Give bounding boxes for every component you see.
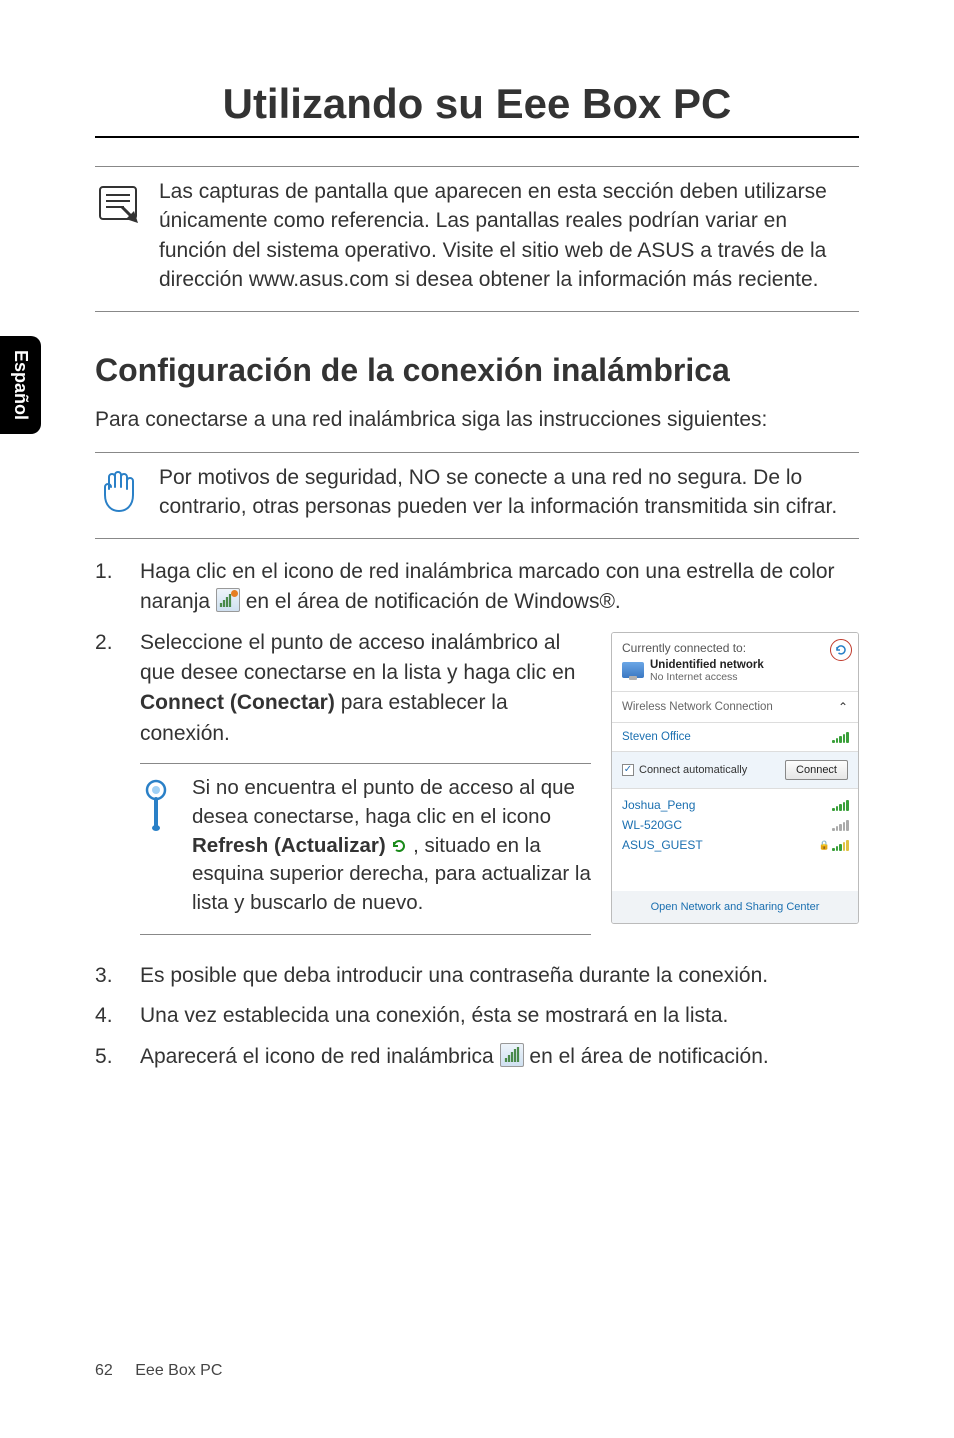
monitor-icon bbox=[622, 662, 644, 678]
fig-network-row[interactable]: WL-520GC bbox=[622, 815, 848, 835]
fig-network-list: Joshua_Peng WL-520GC ASUS_GUEST 🔒 bbox=[612, 789, 858, 891]
step-4: Una vez establecida una conexión, ésta s… bbox=[95, 1001, 859, 1031]
tip-note-text: Si no encuentra el punto de acceso al qu… bbox=[192, 774, 591, 917]
step-3: Es posible que deba introducir una contr… bbox=[95, 961, 859, 991]
step-2-bold: Connect (Conectar) bbox=[140, 691, 335, 714]
refresh-icon bbox=[391, 834, 407, 850]
tip-note-box: Si no encuentra el punto de acceso al qu… bbox=[140, 763, 591, 934]
step-2: Seleccione el punto de acceso inalámbric… bbox=[95, 628, 591, 750]
footer-doc-name: Eee Box PC bbox=[135, 1362, 222, 1379]
fig-auto-connect-row: ✓ Connect automatically Connect bbox=[612, 752, 858, 789]
signal-icon bbox=[832, 819, 848, 831]
fig-header: Currently connected to: Unidentified net… bbox=[612, 633, 858, 692]
wifi-flyout-figure: Currently connected to: Unidentified net… bbox=[611, 632, 859, 924]
section-intro: Para conectarse a una red inalámbrica si… bbox=[95, 405, 859, 434]
magnifier-icon bbox=[140, 774, 174, 834]
fig-selected-network-label: Steven Office bbox=[622, 731, 691, 743]
fig-network-name: WL-520GC bbox=[622, 818, 682, 832]
security-note-text: Por motivos de seguridad, NO se conecte … bbox=[159, 463, 859, 522]
intro-note-text: Las capturas de pantalla que aparecen en… bbox=[159, 177, 859, 295]
signal-icon bbox=[832, 799, 848, 811]
wifi-tray-orange-icon bbox=[216, 588, 240, 612]
step-5-text-b: en el área de notificación. bbox=[529, 1045, 768, 1068]
section-heading: Configuración de la conexión inalámbrica bbox=[95, 352, 859, 389]
fig-auto-checkbox[interactable]: ✓ Connect automatically bbox=[622, 764, 747, 776]
fig-connected-to: Currently connected to: bbox=[622, 641, 848, 655]
fig-selected-network[interactable]: Steven Office bbox=[612, 723, 858, 752]
page-number: 62 bbox=[95, 1362, 113, 1379]
step-5-text-a: Aparecerá el icono de red inalámbrica bbox=[140, 1045, 500, 1068]
fig-unidentified: Unidentified network bbox=[650, 659, 764, 671]
fig-footer-link[interactable]: Open Network and Sharing Center bbox=[612, 891, 858, 923]
lock-icon: 🔒 bbox=[819, 840, 830, 851]
fig-network-row[interactable]: ASUS_GUEST 🔒 bbox=[622, 835, 848, 855]
fig-auto-label: Connect automatically bbox=[639, 764, 747, 776]
fig-no-access: No Internet access bbox=[650, 671, 764, 683]
security-note-box: Por motivos de seguridad, NO se conecte … bbox=[95, 452, 859, 539]
tip-bold: Refresh (Actualizar) bbox=[192, 834, 386, 857]
fig-connect-button[interactable]: Connect bbox=[785, 760, 848, 780]
signal-icon bbox=[832, 731, 848, 743]
step-2-text-a: Seleccione el punto de acceso inalámbric… bbox=[140, 631, 575, 684]
page-title: Utilizando su Eee Box PC bbox=[95, 80, 859, 138]
note-icon bbox=[95, 177, 141, 225]
fig-refresh-button[interactable] bbox=[830, 639, 852, 661]
intro-note-box: Las capturas de pantalla que aparecen en… bbox=[95, 166, 859, 312]
tip-text-a: Si no encuentra el punto de acceso al qu… bbox=[192, 776, 575, 828]
fig-wireless-row[interactable]: Wireless Network Connection ⌃ bbox=[612, 692, 858, 723]
fig-network-name: ASUS_GUEST bbox=[622, 838, 703, 852]
page-footer: 62 Eee Box PC bbox=[95, 1362, 222, 1380]
fig-wireless-label: Wireless Network Connection bbox=[622, 701, 773, 713]
chevron-up-icon: ⌃ bbox=[838, 700, 848, 714]
step-5: Aparecerá el icono de red inalámbrica en… bbox=[95, 1042, 859, 1072]
fig-network-name: Joshua_Peng bbox=[622, 798, 695, 812]
fig-network-row[interactable]: Joshua_Peng bbox=[622, 795, 848, 815]
checkbox-icon: ✓ bbox=[622, 764, 634, 776]
step-1-text-b: en el área de notificación de Windows®. bbox=[246, 590, 621, 613]
hand-icon bbox=[95, 463, 141, 515]
signal-icon bbox=[832, 839, 848, 851]
wifi-tray-icon bbox=[500, 1043, 524, 1067]
step-1: Haga clic en el icono de red inalámbrica… bbox=[95, 557, 859, 618]
